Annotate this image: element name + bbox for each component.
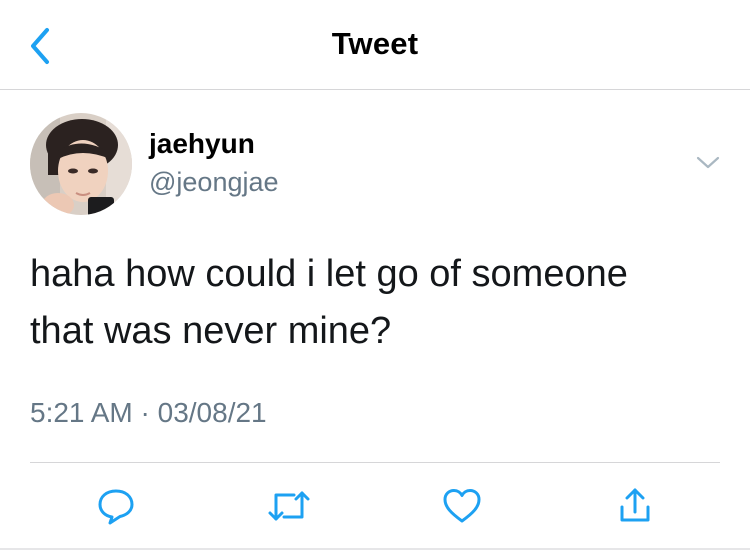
tweet-text: haha how could i let go of someone that … [30,246,720,360]
navigation-bar: Tweet [0,0,750,90]
share-button[interactable] [611,482,659,530]
tweet-time: 5:21 AM [30,397,133,428]
retweet-icon [268,491,310,521]
meta-separator: · [132,397,158,428]
tweet-date: 03/08/21 [157,397,267,428]
tweet-text-line: haha how could i let go of someone [30,253,628,295]
chevron-down-icon [696,156,720,169]
page-title: Tweet [331,26,419,61]
comment-icon [98,489,134,525]
more-options-button[interactable] [690,148,726,178]
share-icon [620,488,650,522]
heart-icon [443,489,481,523]
profile-photo [30,113,132,215]
like-button[interactable] [438,482,486,530]
divider [30,462,720,463]
avatar[interactable] [30,113,132,215]
author-handle[interactable]: @jeongjae [149,167,279,198]
tweet-timestamp: 5:21 AM · 03/08/21 [30,397,267,429]
retweet-button[interactable] [265,482,313,530]
author-display-name[interactable]: jaehyun [149,128,255,160]
tweet-text-line: that was never mine? [30,310,392,352]
reply-button[interactable] [92,482,140,530]
